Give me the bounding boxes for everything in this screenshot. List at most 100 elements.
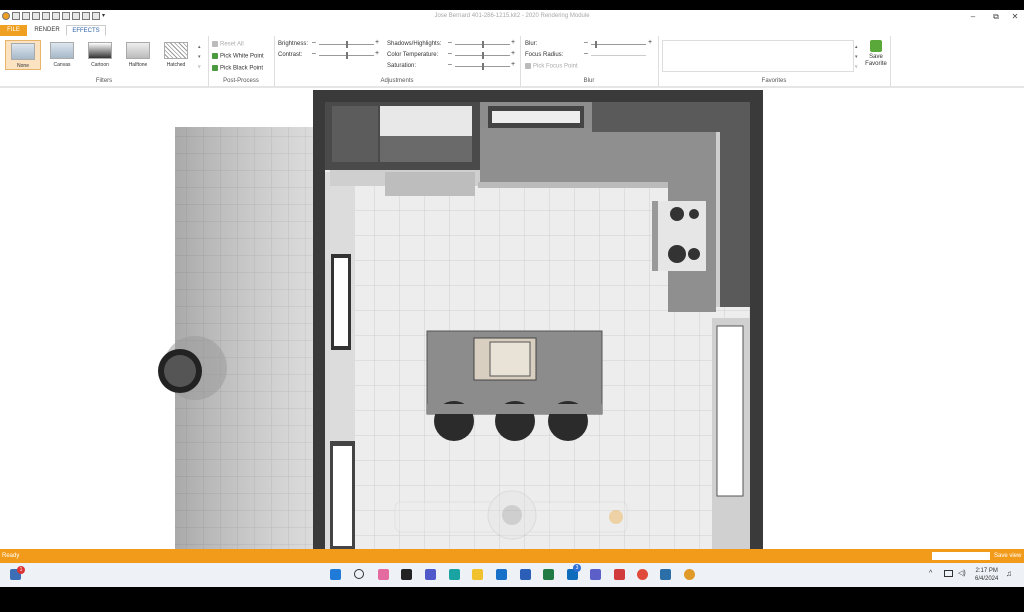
reset-all-button[interactable]: Reset All	[212, 41, 244, 48]
clock[interactable]: 2:17 PM 6/4/2024	[975, 567, 998, 583]
brightness-thumb[interactable]	[346, 41, 348, 48]
brightness-plus[interactable]: +	[375, 39, 379, 46]
focus-radius-minus[interactable]: –	[584, 50, 588, 57]
filter-label: Cartoon	[91, 62, 109, 68]
pick-white-point-button[interactable]: Pick White Point	[212, 53, 264, 60]
filter-halftone-button[interactable]: Halftone	[120, 40, 156, 70]
edge-icon[interactable]	[449, 569, 460, 580]
adjustments-group-label: Adjustments	[380, 78, 414, 84]
favorites-group-label: Favorites	[761, 78, 787, 84]
brightness-minus[interactable]: –	[312, 39, 316, 46]
excel-icon[interactable]	[543, 569, 554, 580]
shadows-minus[interactable]: –	[448, 39, 452, 46]
saturation-thumb[interactable]	[482, 63, 484, 70]
task-view-icon[interactable]	[401, 569, 412, 580]
volume-icon[interactable]: ◁)	[958, 569, 966, 577]
2020-design-icon[interactable]	[684, 569, 695, 580]
tab-file[interactable]: FILE	[0, 25, 27, 36]
store-icon[interactable]	[496, 569, 507, 580]
blur-minus[interactable]: –	[584, 39, 588, 46]
saturation-plus[interactable]: +	[511, 61, 515, 68]
render-viewport[interactable]	[0, 86, 1024, 549]
color-temperature-minus[interactable]: –	[448, 50, 452, 57]
filter-canvas-button[interactable]: Canvas	[44, 40, 80, 70]
outlook-badge: 3	[573, 564, 581, 572]
filter-canvas-thumbnail	[50, 42, 74, 59]
save-favorite-label-1: Save	[869, 54, 883, 60]
start-icon[interactable]	[330, 569, 341, 580]
teams-work-icon[interactable]	[590, 569, 601, 580]
minimize-icon[interactable]: –	[966, 12, 980, 21]
color-temperature-slider[interactable]	[455, 52, 510, 59]
chrome-icon[interactable]	[637, 569, 648, 580]
filters-group-label: Filters	[95, 78, 113, 84]
saved-view-dropdown[interactable]	[932, 552, 990, 560]
title-bar: ▾ Jose Bernard 401-286-1215.kit2 - 2020 …	[0, 10, 1024, 24]
display-icon[interactable]	[944, 570, 953, 577]
blur-group: Blur: – + Focus Radius: – Pick Focus Poi…	[520, 36, 659, 86]
filter-none-thumbnail	[11, 43, 35, 60]
pick-black-point-button[interactable]: Pick Black Point	[212, 65, 263, 72]
word-icon[interactable]	[520, 569, 531, 580]
reset-icon	[212, 41, 218, 47]
chevron-up-icon[interactable]: ^	[929, 570, 932, 577]
restore-icon[interactable]: ⧉	[989, 12, 1003, 22]
clock-time: 2:17 PM	[975, 568, 998, 574]
focus-radius-slider[interactable]	[591, 55, 646, 56]
notifications-icon[interactable]: ♫	[1006, 569, 1012, 578]
filter-none-button[interactable]: None	[5, 40, 41, 70]
blur-plus[interactable]: +	[648, 39, 652, 46]
saturation-slider[interactable]	[455, 63, 510, 70]
favorites-list[interactable]	[662, 40, 854, 72]
taskbar: 1 3 ^ ◁) 2:17 PM 6/4/2024 ♫	[0, 563, 1024, 587]
focus-radius-label: Focus Radius:	[525, 52, 564, 58]
filter-label: None	[17, 63, 29, 69]
contrast-minus[interactable]: –	[312, 50, 316, 57]
filter-hatched-button[interactable]: Hatched	[158, 40, 194, 70]
filter-halftone-thumbnail	[126, 42, 150, 59]
copilot-icon[interactable]	[378, 569, 389, 580]
contrast-slider[interactable]	[319, 52, 374, 59]
shadows-label: Shadows/Highlights:	[387, 41, 442, 47]
filter-label: Halftone	[128, 62, 148, 68]
close-icon[interactable]: ✕	[1008, 12, 1022, 21]
window-title: Jose Bernard 401-286-1215.kit2 - 2020 Re…	[434, 13, 590, 19]
color-temperature-plus[interactable]: +	[511, 50, 515, 57]
favorites-scroll[interactable]: ▴ ▾ ▿	[855, 42, 858, 72]
contrast-thumb[interactable]	[346, 52, 348, 59]
status-text: Ready	[2, 553, 20, 559]
chevron-down-icon[interactable]: ▾	[986, 552, 989, 558]
blur-group-label: Blur	[583, 78, 595, 84]
save-favorite-button[interactable]: Save Favorite	[863, 40, 889, 68]
shadows-slider[interactable]	[455, 41, 510, 48]
color-temperature-label: Color Temperature:	[387, 52, 439, 58]
pick-focus-label: Pick Focus Point	[533, 63, 578, 70]
shadows-thumb[interactable]	[482, 41, 484, 48]
search-icon[interactable]	[354, 569, 364, 579]
rendering-app-icon[interactable]	[660, 569, 671, 580]
color-temperature-thumb[interactable]	[482, 52, 484, 59]
brightness-slider[interactable]	[319, 41, 374, 48]
tab-render[interactable]: RENDER	[30, 25, 64, 36]
filters-scroll[interactable]: ▴ ▾ ▿	[198, 42, 201, 72]
shadows-plus[interactable]: +	[511, 39, 515, 46]
eyedropper-icon	[525, 63, 531, 69]
adjustments-group: Brightness: – + Contrast: – + Shadows/Hi…	[274, 36, 521, 86]
filter-cartoon-thumbnail	[88, 42, 112, 59]
save-favorite-icon	[870, 40, 882, 52]
notification-badge: 1	[17, 566, 25, 574]
tab-effects[interactable]: EFFECTS	[66, 25, 106, 36]
file-explorer-icon[interactable]	[472, 569, 483, 580]
filter-label: Hatched	[166, 62, 186, 68]
snipping-tool-icon[interactable]	[614, 569, 625, 580]
save-view-button[interactable]: Save view	[994, 553, 1021, 559]
filter-cartoon-button[interactable]: Cartoon	[82, 40, 118, 70]
contrast-plus[interactable]: +	[375, 50, 379, 57]
teams-icon[interactable]	[425, 569, 436, 580]
eyedropper-icon	[212, 53, 218, 59]
blur-slider[interactable]	[591, 41, 646, 48]
blur-thumb[interactable]	[595, 41, 597, 48]
postprocess-group-label: Post-Process	[223, 78, 259, 84]
saturation-minus[interactable]: –	[448, 61, 452, 68]
pick-focus-point-button[interactable]: Pick Focus Point	[525, 63, 578, 70]
